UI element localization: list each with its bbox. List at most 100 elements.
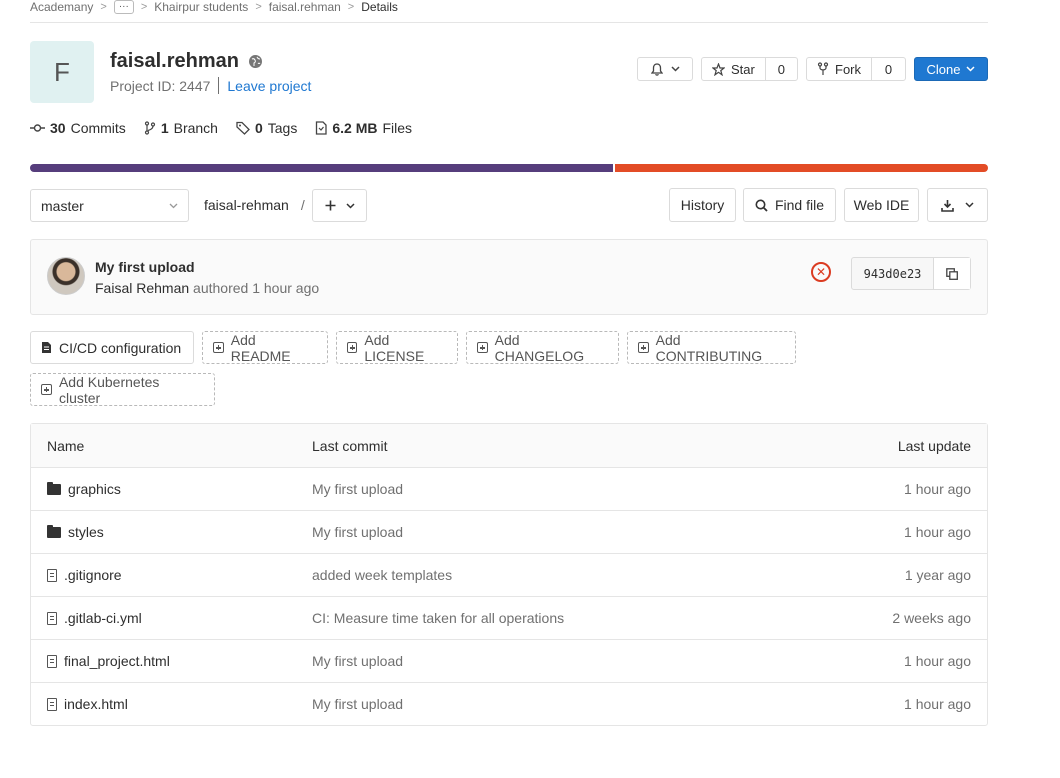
- plus-square-icon: [477, 342, 488, 353]
- chevron-right-icon: >: [347, 1, 355, 13]
- branches-stat[interactable]: 1 Branch: [144, 120, 218, 136]
- tags-stat[interactable]: 0 Tags: [236, 120, 297, 136]
- history-button[interactable]: History: [669, 188, 736, 222]
- copy-sha-button[interactable]: [934, 258, 970, 289]
- updated-time: 2 weeks ago: [892, 610, 971, 626]
- plus-square-icon: [347, 342, 358, 353]
- branch-select-value: master: [41, 197, 84, 214]
- commit-message-link[interactable]: My first upload: [312, 481, 771, 497]
- chevron-right-icon: >: [140, 1, 148, 13]
- breadcrumb-project[interactable]: faisal.rehman: [269, 0, 341, 14]
- project-meta: Project ID: 2447 Leave project: [110, 77, 311, 94]
- tags-label: Tags: [267, 120, 298, 136]
- web-ide-label: Web IDE: [853, 197, 910, 213]
- breadcrumb-subgroup[interactable]: Khairpur students: [154, 0, 248, 14]
- table-row[interactable]: final_project.html My first upload 1 hour …: [31, 639, 987, 682]
- project-name[interactable]: faisal.rehman: [110, 50, 239, 73]
- ci-cd-configuration-button[interactable]: CI/CD configuration: [30, 331, 194, 364]
- download-dropdown[interactable]: [927, 188, 988, 222]
- copy-icon: [946, 267, 958, 280]
- commit-message-link[interactable]: CI: Measure time taken for all operation…: [312, 610, 771, 626]
- file-name-link[interactable]: .gitlab-ci.yml: [64, 610, 142, 626]
- plus-square-icon: [638, 342, 649, 353]
- file-name-link[interactable]: .gitignore: [64, 567, 122, 583]
- updated-time: 1 hour ago: [904, 481, 971, 497]
- language-segment[interactable]: [613, 164, 988, 172]
- project-stats: 30 Commits 1 Branch 0 Tags 6.2 MB Files: [30, 120, 412, 136]
- commit-message-link[interactable]: added week templates: [312, 567, 771, 583]
- project-avatar[interactable]: F: [30, 41, 94, 103]
- file-name-link[interactable]: index.html: [64, 696, 128, 712]
- table-row[interactable]: .gitignore added week templates 1 year ago: [31, 553, 987, 596]
- file-icon: [47, 611, 57, 625]
- add-changelog-button[interactable]: Add CHANGELOG: [466, 331, 619, 364]
- repo-path-root[interactable]: faisal-rehman: [204, 197, 289, 213]
- file-tree-table: Name Last commit Last update graphics My …: [30, 423, 988, 726]
- search-icon: [755, 199, 768, 212]
- clone-button[interactable]: Clone: [914, 57, 988, 81]
- file-name-link[interactable]: styles: [68, 524, 104, 540]
- last-update-header: Last update: [897, 437, 971, 454]
- repo-path: faisal-rehman /: [204, 197, 305, 213]
- commit-message-link[interactable]: My first upload: [312, 524, 771, 540]
- repository-languages-bar[interactable]: [30, 164, 988, 172]
- commit-title[interactable]: My first upload: [95, 259, 195, 275]
- fork-label: Fork: [835, 61, 861, 77]
- commit-author[interactable]: Faisal Rehman: [95, 280, 189, 296]
- add-license-button[interactable]: Add LICENSE: [336, 331, 458, 364]
- file-name-link[interactable]: graphics: [68, 481, 121, 497]
- file-name-link[interactable]: final_project.html: [64, 653, 170, 669]
- table-row[interactable]: styles My first upload 1 hour ago: [31, 510, 987, 553]
- find-file-button[interactable]: Find file: [743, 188, 836, 222]
- web-ide-button[interactable]: Web IDE: [844, 188, 919, 222]
- add-kubernetes-cluster-label: Add Kubernetes cluster: [58, 373, 160, 406]
- file-name-cell: styles: [31, 524, 312, 540]
- last-commit-panel: [30, 239, 988, 315]
- star-count[interactable]: 0: [766, 62, 797, 77]
- chevron-down-icon: [345, 202, 355, 209]
- breadcrumb-group[interactable]: Academany: [30, 0, 93, 14]
- star-icon: [712, 62, 725, 76]
- branch-select[interactable]: master: [30, 189, 189, 222]
- files-label: Files: [382, 120, 413, 136]
- commit-message-link[interactable]: My first upload: [312, 696, 771, 712]
- add-to-tree-dropdown[interactable]: [312, 189, 367, 222]
- download-icon: [941, 199, 954, 212]
- file-name-cell: .gitignore: [31, 567, 312, 583]
- notification-dropdown[interactable]: [637, 57, 693, 81]
- divider: [218, 77, 220, 94]
- star-button[interactable]: Star: [702, 58, 766, 80]
- author-avatar[interactable]: [47, 257, 85, 295]
- language-segment[interactable]: [30, 164, 614, 172]
- add-readme-button[interactable]: Add README: [202, 331, 328, 364]
- commit-author-line: Faisal Rehman authored 1 hour ago: [95, 280, 319, 296]
- commits-label: Commits: [70, 120, 126, 136]
- leave-project-link[interactable]: Leave project: [227, 78, 311, 94]
- commits-stat[interactable]: 30 Commits: [30, 120, 126, 136]
- chevron-right-icon: >: [255, 1, 262, 13]
- fork-count[interactable]: 0: [872, 62, 905, 77]
- commit-sha[interactable]: 943d0e23: [852, 258, 934, 289]
- commit-sha-group: 943d0e23: [851, 257, 971, 290]
- commit-message-link[interactable]: My first upload: [312, 653, 771, 669]
- find-file-label: Find file: [774, 197, 825, 213]
- add-contributing-button[interactable]: Add CONTRIBUTING: [627, 331, 796, 364]
- storage-icon: [315, 121, 327, 135]
- commits-count: 30: [50, 120, 66, 136]
- add-contributing-label: Add CONTRIBUTING: [655, 331, 763, 364]
- breadcrumb-ellipsis-icon[interactable]: ···: [113, 0, 134, 14]
- table-row[interactable]: index.html My first upload 1 hour ago: [31, 682, 987, 725]
- file-name-cell: .gitlab-ci.yml: [31, 610, 312, 626]
- table-row[interactable]: graphics My first upload 1 hour ago: [31, 467, 987, 510]
- fork-button[interactable]: Fork: [807, 58, 872, 80]
- table-row[interactable]: .gitlab-ci.yml CI: Measure time taken for…: [31, 596, 987, 639]
- breadcrumb-current[interactable]: Details: [361, 0, 398, 14]
- file-text-icon: [41, 341, 52, 354]
- chevron-down-icon: [965, 202, 974, 208]
- add-kubernetes-cluster-button[interactable]: Add Kubernetes cluster: [30, 373, 215, 406]
- file-icon: [47, 568, 57, 582]
- files-stat[interactable]: 6.2 MB Files: [315, 120, 412, 136]
- branch-icon: [144, 121, 156, 135]
- pipeline-failed-icon[interactable]: ✕: [811, 262, 831, 282]
- chevron-down-icon: [670, 66, 680, 72]
